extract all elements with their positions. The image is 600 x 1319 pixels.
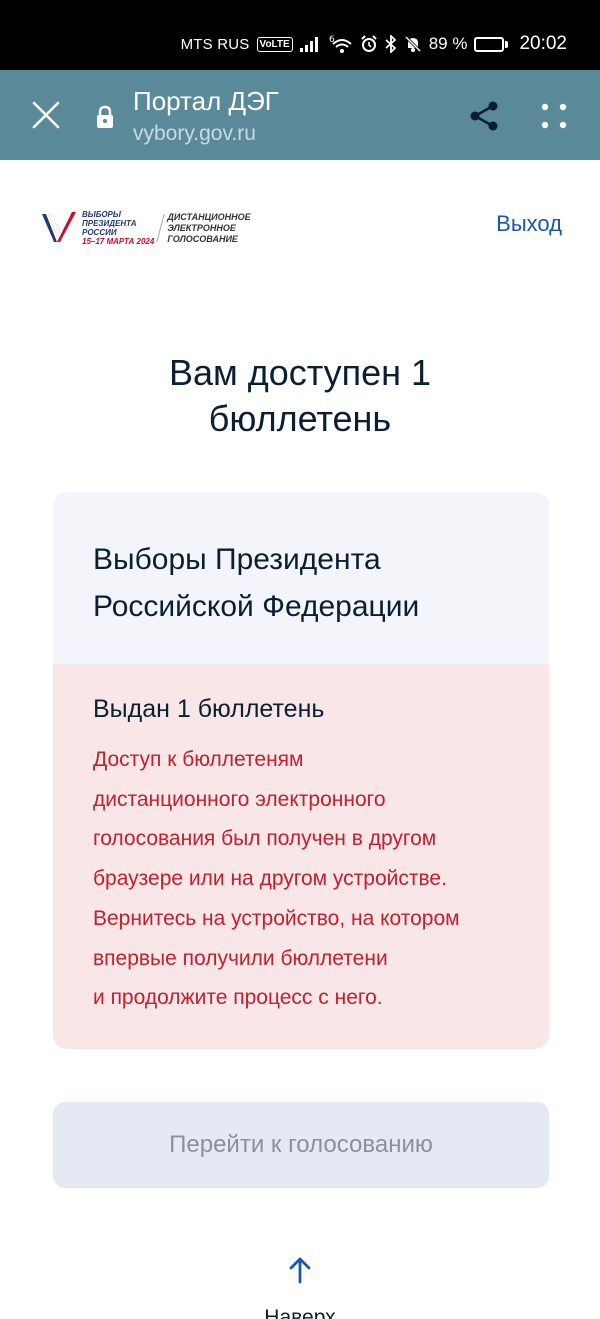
issued-ballot-count: Выдан 1 бюллетень	[93, 695, 325, 723]
site-url[interactable]: vybory.gov.ru	[133, 122, 256, 146]
back-to-top-label: Наверх	[264, 1306, 336, 1319]
close-button[interactable]	[28, 97, 64, 133]
share-icon	[470, 101, 498, 131]
ballot-card: Выборы Президента Российской Федерации В…	[53, 492, 549, 1049]
close-icon	[32, 101, 60, 129]
ballot-card-status: Выдан 1 бюллетень Доступ к бюллетеням ди…	[53, 664, 549, 1049]
more-menu-button[interactable]	[536, 98, 572, 134]
back-to-top-link[interactable]: Наверх	[250, 1256, 350, 1319]
browser-toolbar: Портал ДЭГ vybory.gov.ru	[0, 70, 600, 160]
arrow-up-icon	[289, 1257, 311, 1284]
wifi-icon: 6	[327, 34, 353, 54]
page-title: Вам доступен 1 бюллетень	[168, 352, 432, 439]
mute-icon	[404, 35, 422, 53]
site-title: Портал ДЭГ	[133, 86, 279, 116]
alarm-icon	[360, 35, 378, 53]
bluetooth-icon	[385, 35, 397, 53]
go-to-voting-button[interactable]: Перейти к голосованию	[53, 1102, 549, 1188]
status-bar: MTS RUS VoLTE 6 89 % 20:02	[0, 0, 600, 70]
more-vertical-icon	[541, 103, 567, 129]
election-title: Выборы Президента Российской Федерации	[93, 543, 420, 623]
logout-link[interactable]: Выход	[496, 211, 562, 237]
logo-divider	[156, 214, 166, 242]
carrier-name: MTS RUS	[180, 35, 250, 53]
volte-badge: VoLTE	[256, 36, 293, 52]
status-icons: MTS RUS VoLTE 6 89 % 20:02	[181, 33, 567, 55]
ballot-card-header: Выборы Президента Российской Федерации	[53, 492, 549, 664]
warning-message: Доступ к бюллетеням дистанционного элект…	[93, 748, 460, 1010]
battery-percent: 89 %	[428, 34, 468, 53]
clock: 20:02	[519, 33, 567, 54]
logo-text-deg: ДИСТАНЦИОННОЕ ЭЛЕКТРОННОЕ ГОЛОСОВАНИЕ	[167, 211, 251, 244]
signal-icon	[299, 36, 320, 52]
logo-text-elections: ВЫБОРЫ ПРЕЗИДЕНТА РОССИИ 15–17 МАРТА 202…	[82, 210, 155, 246]
deg-logo[interactable]: ВЫБОРЫ ПРЕЗИДЕНТА РОССИИ 15–17 МАРТА 202…	[40, 208, 251, 248]
share-button[interactable]	[466, 98, 502, 134]
battery-icon	[474, 36, 509, 52]
lock-icon	[97, 105, 113, 128]
logo-v-mark	[42, 212, 76, 242]
